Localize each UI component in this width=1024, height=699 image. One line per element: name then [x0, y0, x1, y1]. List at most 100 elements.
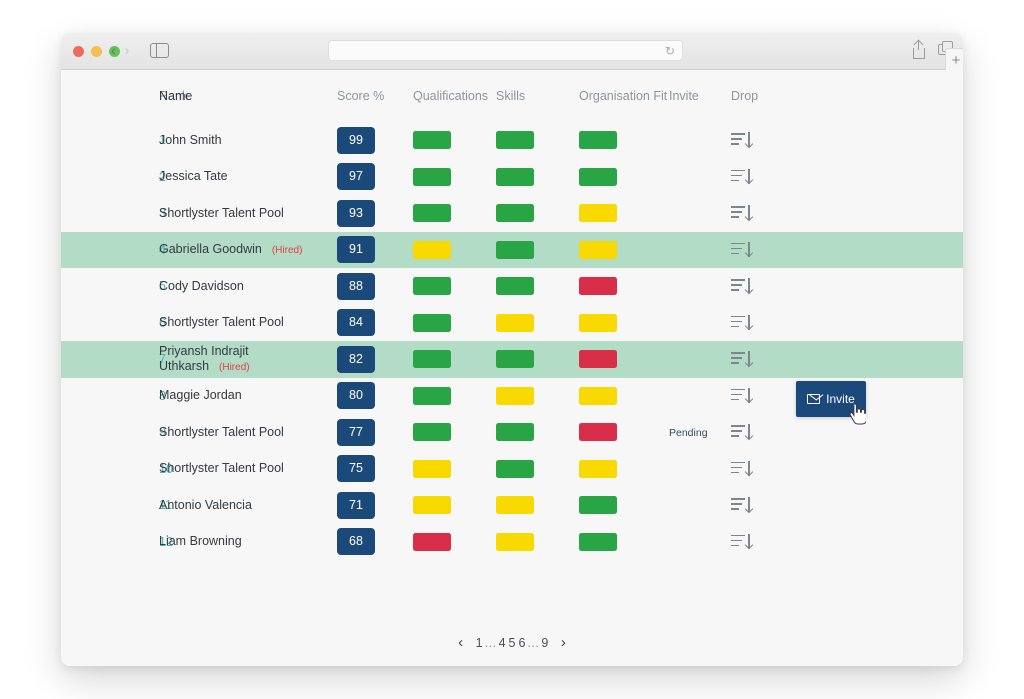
cell-qualifications	[413, 277, 496, 296]
drop-sort-icon[interactable]	[731, 533, 750, 550]
score-badge: 68	[337, 528, 375, 556]
table-row[interactable]: 5 Cody Davidson 88	[61, 268, 963, 305]
candidate-name-line1: Antonio Valencia	[159, 497, 252, 512]
cell-drop[interactable]	[731, 241, 791, 258]
table-body: 1 John Smith 99 2 Jessica Tate 97 3 Shortlyster…	[61, 122, 963, 560]
forward-icon: ›	[124, 42, 130, 58]
rating-bar-green	[496, 240, 534, 259]
cell-skills	[496, 459, 579, 478]
sidebar-toggle-icon[interactable]	[150, 43, 169, 58]
cell-organisation-fit	[579, 459, 669, 478]
minimize-window-button[interactable]	[91, 46, 102, 57]
drop-sort-icon[interactable]	[731, 497, 750, 513]
candidate-name-line1: Shortlyster Talent Pool	[159, 315, 284, 330]
pagination-page-5[interactable]: 5	[507, 636, 517, 650]
cell-score: 99	[337, 126, 413, 154]
cell-skills	[496, 496, 579, 515]
pagination-ellipsis: …	[484, 635, 498, 650]
drop-sort-icon[interactable]	[731, 424, 750, 440]
cell-name[interactable]: Shortlyster Talent Pool	[159, 315, 337, 330]
invite-button[interactable]: Invite	[796, 381, 866, 417]
table-row[interactable]: 9 Shortlyster Talent Pool 77 Pending	[61, 414, 963, 451]
cell-drop[interactable]	[731, 205, 791, 221]
table-row[interactable]: 6 Shortlyster Talent Pool 84	[61, 305, 963, 342]
cell-name[interactable]: Priyansh Indrajit Uthkarsh (Hired)	[159, 344, 337, 375]
cell-name[interactable]: Cody Davidson	[159, 279, 337, 294]
cell-drop[interactable]	[731, 497, 791, 513]
cell-drop[interactable]	[731, 132, 791, 148]
score-badge: 82	[337, 345, 375, 373]
close-window-button[interactable]	[73, 46, 84, 57]
cell-drop[interactable]	[731, 351, 791, 367]
rating-bar-yellow	[496, 496, 534, 515]
pagination-prev-button[interactable]: ‹	[453, 634, 468, 651]
cell-name[interactable]: Shortlyster Talent Pool	[159, 206, 337, 221]
table-row[interactable]: 12 Liam Browning 68	[61, 524, 963, 561]
pagination-page-6[interactable]: 6	[517, 636, 527, 650]
cell-skills	[496, 167, 579, 186]
pagination-page-4[interactable]: 4	[497, 636, 507, 650]
table-row[interactable]: 11 Antonio Valencia 71	[61, 487, 963, 524]
pagination-next-button[interactable]: ›	[556, 634, 571, 651]
cell-name[interactable]: Antonio Valencia	[159, 498, 337, 513]
back-icon[interactable]: ‹	[111, 42, 116, 58]
cell-name[interactable]: Liam Browning	[159, 534, 337, 549]
cell-skills	[496, 240, 579, 259]
drop-sort-icon[interactable]	[731, 132, 750, 148]
cell-organisation-fit	[579, 131, 669, 150]
pagination-ellipsis: …	[526, 635, 540, 650]
rating-bar-green	[496, 423, 534, 442]
drop-sort-icon[interactable]	[731, 387, 750, 404]
cell-organisation-fit	[579, 350, 669, 369]
cell-name[interactable]: Gabriella Goodwin (Hired)	[159, 242, 337, 258]
cell-drop[interactable]	[731, 278, 791, 294]
reload-icon[interactable]: ↻	[665, 44, 675, 58]
drop-sort-icon[interactable]	[731, 351, 750, 367]
cell-rank: 3	[159, 206, 166, 221]
candidate-name-line1: Shortlyster Talent Pool	[159, 205, 284, 220]
cell-name[interactable]: Shortlyster Talent Pool	[159, 461, 337, 476]
cell-rank: 7	[159, 352, 166, 367]
cell-name[interactable]: John Smith	[159, 133, 337, 148]
cell-drop[interactable]	[731, 168, 791, 185]
rating-bar-yellow	[579, 204, 617, 223]
candidate-name-line1: Shortlyster Talent Pool	[159, 424, 284, 439]
table-row[interactable]: 2 Jessica Tate 97	[61, 159, 963, 196]
table-row[interactable]: 4 Gabriella Goodwin (Hired) 91	[61, 231, 963, 268]
drop-sort-icon[interactable]	[731, 168, 750, 185]
table-row[interactable]: 10 Shortlyster Talent Pool 75	[61, 451, 963, 488]
url-input[interactable]: ↻	[328, 40, 683, 61]
cell-drop[interactable]	[731, 460, 791, 477]
cell-drop[interactable]	[731, 533, 791, 550]
cell-name[interactable]: Maggie Jordan	[159, 388, 337, 403]
cell-name[interactable]: Jessica Tate	[159, 169, 337, 184]
cell-drop[interactable]	[731, 424, 791, 440]
score-badge: 84	[337, 309, 375, 337]
drop-sort-icon[interactable]	[731, 241, 750, 258]
cell-skills	[496, 532, 579, 551]
rating-bar-green	[496, 167, 534, 186]
candidate-ranking-table: Rank Name Score % Qualifications Skills …	[61, 70, 963, 560]
browser-toolbar: ‹ › ↻ +	[61, 33, 963, 74]
cell-invite[interactable]: Pending	[669, 423, 731, 441]
table-row[interactable]: 1 John Smith 99	[61, 122, 963, 159]
candidate-name-line1: Priyansh Indrajit	[159, 343, 249, 358]
drop-sort-icon[interactable]	[731, 278, 750, 294]
drop-sort-icon[interactable]	[731, 314, 750, 331]
share-icon[interactable]	[911, 41, 928, 59]
rating-bar-green	[496, 131, 534, 150]
drop-sort-icon[interactable]	[731, 205, 750, 221]
cell-drop[interactable]	[731, 314, 791, 331]
rating-bar-green	[413, 350, 451, 369]
pagination-page-9[interactable]: 9	[540, 636, 550, 650]
cell-name[interactable]: Shortlyster Talent Pool	[159, 425, 337, 440]
table-row[interactable]: 7 Priyansh Indrajit Uthkarsh (Hired) 82	[61, 341, 963, 378]
drop-sort-icon[interactable]	[731, 460, 750, 477]
rating-bar-green	[413, 167, 451, 186]
cell-organisation-fit	[579, 313, 669, 332]
cell-drop[interactable]	[731, 387, 791, 404]
table-row[interactable]: 3 Shortlyster Talent Pool 93	[61, 195, 963, 232]
pagination-page-1[interactable]: 1	[474, 636, 484, 650]
column-header-skills: Skills	[496, 89, 526, 103]
cell-organisation-fit	[579, 277, 669, 296]
